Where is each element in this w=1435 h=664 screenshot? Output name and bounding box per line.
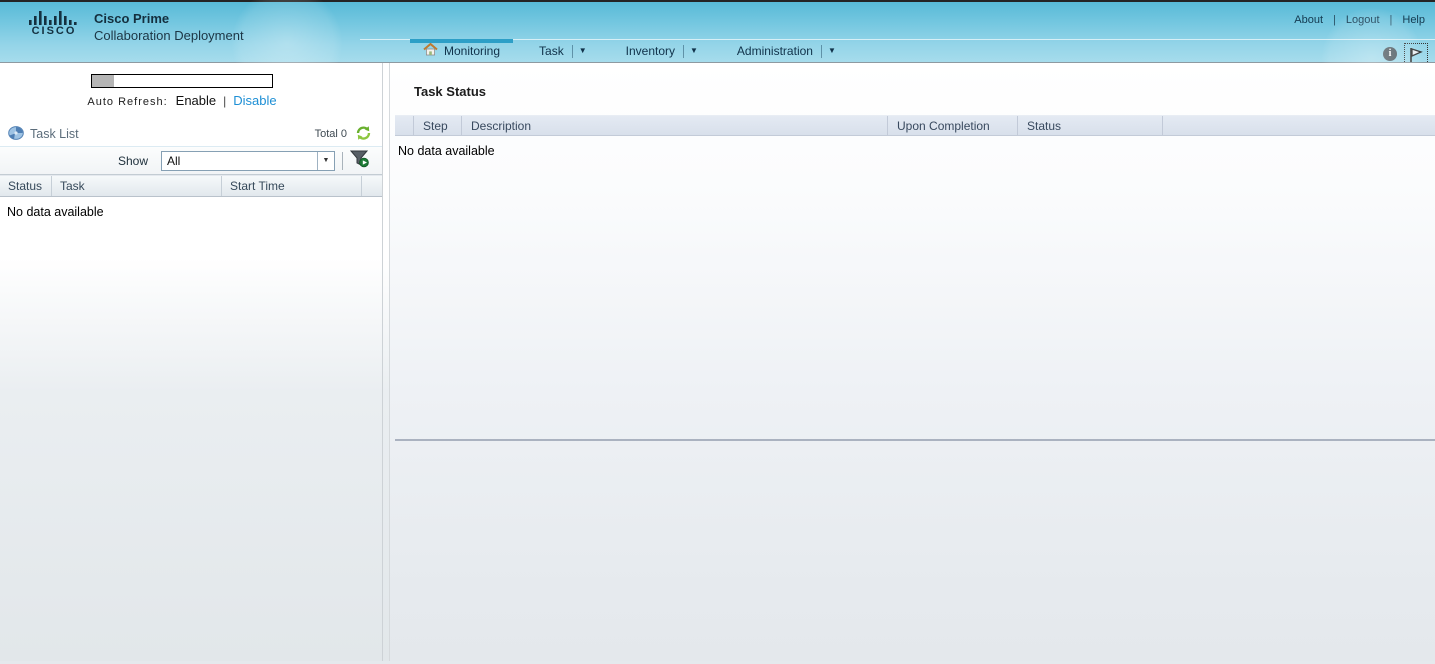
chevron-down-icon[interactable]: ▼ [317,151,334,170]
tab-separator [571,44,573,58]
chevron-down-icon[interactable]: ▼ [690,47,698,55]
cisco-logo: CISCO [28,11,80,37]
column-header-status[interactable]: Status [1018,116,1163,135]
tab-task[interactable]: Task ▼ [526,40,600,62]
section-divider [395,439,1435,441]
filter-toolbar: Show All ▼ [0,147,382,175]
logout-link[interactable]: Logout [1346,14,1380,26]
disk-icon [8,125,24,143]
task-list-tools: Total 0 [315,125,372,144]
tab-administration[interactable]: Administration ▼ [724,40,849,62]
auto-refresh-separator: | [223,94,227,108]
column-header-step[interactable]: Step [414,116,462,135]
auto-refresh-section: Auto Refresh: Enable | Disable [0,63,382,108]
column-header-spacer [1163,116,1435,135]
task-list-header: Task List Total 0 [0,122,382,147]
show-filter-value: All [167,153,181,168]
toolbar-separator [342,151,343,170]
main-empty-message: No data available [398,144,495,158]
main-table-header: Step Description Upon Completion Status [395,115,1435,136]
app-header: CISCO Cisco Prime Collaboration Deployme… [0,0,1435,108]
column-header-select [395,116,414,135]
task-status-panel: Task Status Step Description Upon Comple… [390,63,1435,661]
column-header-start-time[interactable]: Start Time [222,176,362,196]
about-link[interactable]: About [1294,14,1323,26]
column-header-description[interactable]: Description [462,116,888,135]
show-filter-dropdown[interactable]: All ▼ [161,150,335,171]
task-list-title: Task List [30,127,79,141]
link-separator: | [1389,14,1393,26]
link-separator: | [1333,14,1336,26]
tab-label: Task [539,44,564,58]
brand: CISCO Cisco Prime Collaboration Deployme… [28,11,244,43]
product-title: Cisco Prime Collaboration Deployment [94,11,244,43]
chevron-down-icon[interactable]: ▼ [579,47,587,55]
auto-refresh-progress-fill [92,75,114,87]
auto-refresh-progressbar [91,74,273,88]
auto-refresh-controls: Auto Refresh: Enable | Disable [87,93,276,108]
auto-refresh-disable-link[interactable]: Disable [233,93,276,108]
column-header-spacer [362,176,382,196]
filter-run-icon[interactable] [349,150,370,171]
product-name: Cisco Prime [94,11,170,26]
total-count-label: Total 0 [314,128,347,140]
task-list-panel: Auto Refresh: Enable | Disable Task List [0,63,383,661]
tab-inventory[interactable]: Inventory ▼ [613,40,711,62]
sidebar-empty-message: No data available [7,205,104,219]
app-window: CISCO Cisco Prime Collaboration Deployme… [0,0,1435,664]
show-filter-label: Show [117,153,148,168]
tab-label: Monitoring [444,44,501,58]
home-icon [423,42,438,59]
column-header-task[interactable]: Task [52,176,222,196]
product-subtitle: Collaboration Deployment [94,28,244,43]
panel-splitter[interactable] [383,63,390,661]
auto-refresh-label: Auto Refresh: [87,96,168,108]
sidebar-table-header: Status Task Start Time [0,175,382,197]
tab-label: Inventory [625,44,675,58]
page-title: Task Status [414,84,487,99]
column-header-status[interactable]: Status [0,176,52,196]
refresh-icon[interactable] [355,125,372,144]
cisco-logo-bars [29,11,77,25]
tab-separator [683,44,684,58]
tab-monitoring[interactable]: Monitoring [410,39,514,62]
column-header-upon-completion[interactable]: Upon Completion [888,116,1018,135]
content-area: Auto Refresh: Enable | Disable Task List [0,63,1435,661]
auto-refresh-enable-link[interactable]: Enable [176,93,216,108]
main-nav: Monitoring Task ▼ Inventory ▼ Administra… [360,39,1435,62]
tab-separator [820,44,822,58]
tab-label: Administration [736,44,813,58]
cisco-logo-text: CISCO [31,25,77,37]
utility-links: About | Logout | Help [1294,14,1425,26]
help-link[interactable]: Help [1402,14,1425,26]
chevron-down-icon[interactable]: ▼ [828,47,836,55]
